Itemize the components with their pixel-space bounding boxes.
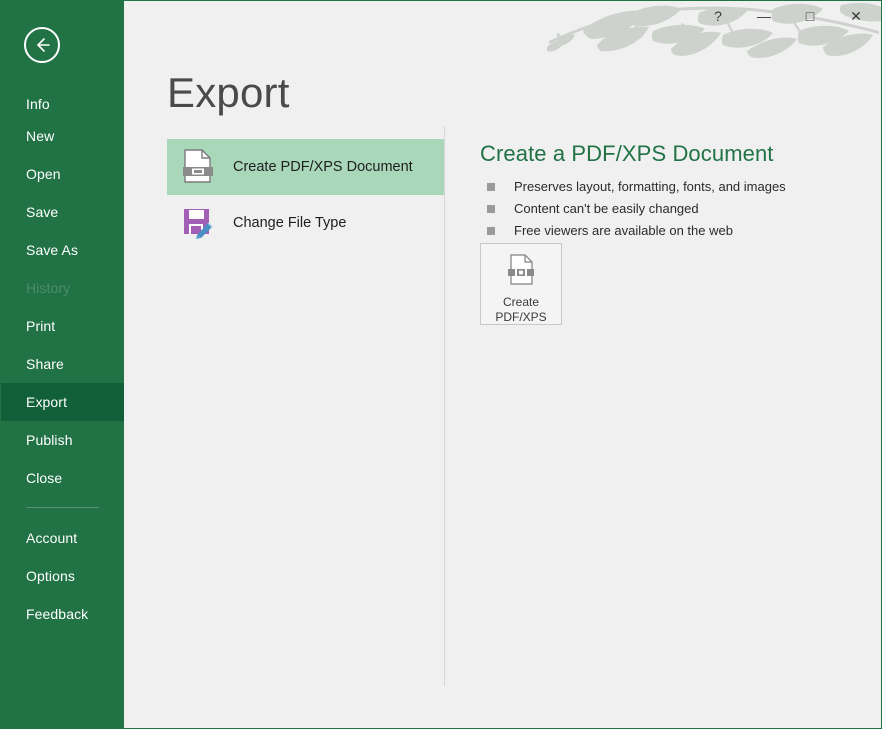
- title-bar: ? — □ ✕: [124, 1, 881, 63]
- detail-bullet-item: Free viewers are available on the web: [480, 223, 860, 238]
- pdf-document-outline-icon: [507, 254, 535, 291]
- panel-divider: [444, 126, 445, 686]
- detail-bullet-text: Preserves layout, formatting, fonts, and…: [514, 179, 786, 194]
- sidebar-separator: [26, 507, 99, 508]
- back-button[interactable]: [24, 27, 60, 63]
- sidebar-item-export[interactable]: Export: [1, 383, 124, 421]
- floppy-disk-pencil-icon: [181, 203, 215, 243]
- sidebar-item-history: History: [26, 280, 71, 296]
- sidebar-item-save-as[interactable]: Save As: [1, 231, 124, 269]
- page-title: Export: [167, 69, 290, 116]
- sidebar-item-account[interactable]: Account: [1, 519, 124, 557]
- create-button-line1: Create: [502, 295, 540, 309]
- sidebar-item-options[interactable]: Options: [1, 557, 124, 595]
- bullet-square-icon: [487, 182, 495, 191]
- sidebar-item-new[interactable]: New: [1, 117, 124, 155]
- minimize-button[interactable]: —: [741, 1, 787, 31]
- sidebar-item-feedback[interactable]: Feedback: [1, 595, 124, 633]
- close-button[interactable]: ✕: [833, 1, 879, 31]
- maximize-icon: □: [805, 8, 815, 24]
- export-option-label: Change File Type: [233, 215, 347, 231]
- sidebar-item-publish[interactable]: Publish: [1, 421, 124, 459]
- back-arrow-icon: [37, 38, 50, 52]
- detail-bullet-item: Preserves layout, formatting, fonts, and…: [480, 179, 860, 194]
- sidebar-item-close[interactable]: Close: [1, 459, 124, 497]
- minimize-icon: —: [757, 8, 771, 24]
- export-options-list: Create PDF/XPS Document Change File Type: [167, 139, 444, 251]
- detail-bullet-text: Free viewers are available on the web: [514, 223, 733, 238]
- sidebar-item-open[interactable]: Open: [1, 155, 124, 193]
- bullet-square-icon: [487, 204, 495, 213]
- backstage-sidebar: Info New Open Save Save As History Print Share E…: [1, 1, 124, 728]
- bullet-square-icon: [487, 226, 495, 235]
- sidebar-item-print[interactable]: Print: [1, 307, 124, 345]
- export-option-create-pdf-xps-document[interactable]: Create PDF/XPS Document: [167, 139, 444, 195]
- sidebar-item-save[interactable]: Save: [1, 193, 124, 231]
- sidebar-item-share[interactable]: Share: [1, 345, 124, 383]
- export-option-label: Create PDF/XPS Document: [233, 159, 413, 175]
- close-icon: ✕: [850, 7, 862, 24]
- create-pdf-xps-button[interactable]: Create PDF/XPS: [480, 243, 562, 325]
- maximize-button[interactable]: □: [787, 1, 833, 31]
- excel-backstage-window: ? — □ ✕ Info New Open Save Save As History Pri…: [0, 0, 882, 729]
- detail-bullet-item: Content can't be easily changed: [480, 201, 860, 216]
- help-button[interactable]: ?: [695, 1, 741, 31]
- create-button-line2: PDF/XPS: [495, 310, 547, 324]
- detail-bullet-text: Content can't be easily changed: [514, 201, 699, 216]
- export-option-change-file-type[interactable]: Change File Type: [167, 195, 444, 251]
- pdf-document-icon: [181, 147, 215, 187]
- help-icon: ?: [714, 8, 722, 24]
- detail-title: Create a PDF/XPS Document: [480, 141, 774, 166]
- export-detail-panel: Create a PDF/XPS Document Preserves layo…: [480, 141, 860, 245]
